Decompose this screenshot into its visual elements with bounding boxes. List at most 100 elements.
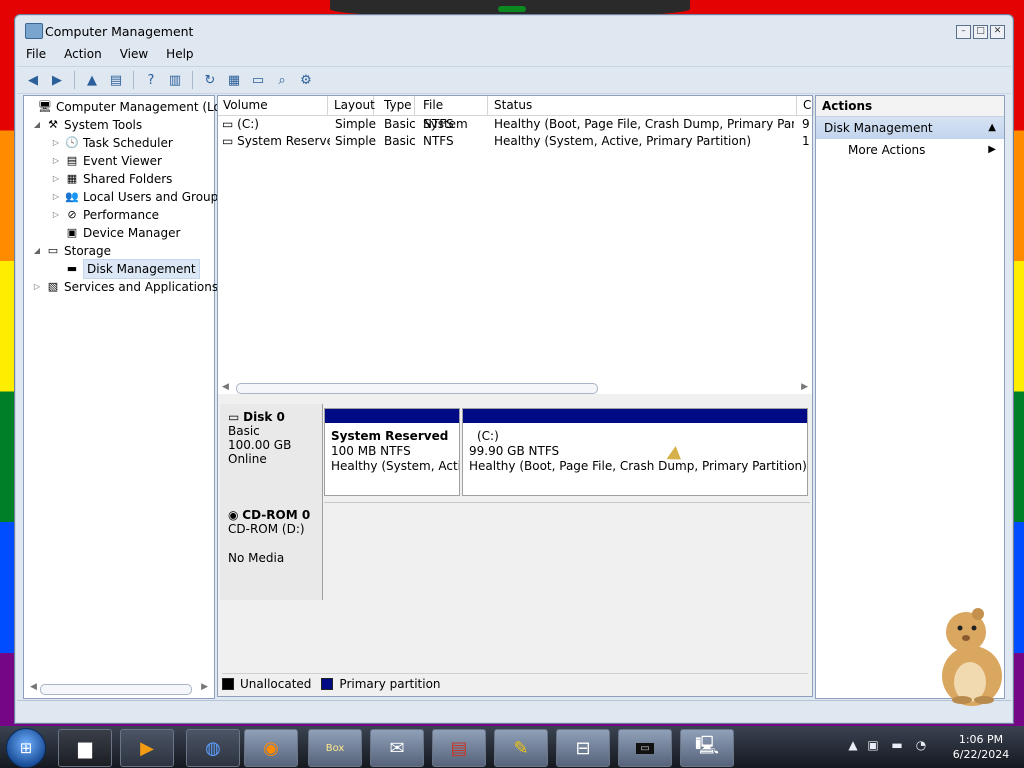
volume-row[interactable]: ▭ System Reserved Simple Basic NTFS Heal… bbox=[218, 133, 812, 150]
column-status[interactable]: Status bbox=[489, 96, 797, 115]
clock-time: 1:06 PM bbox=[958, 733, 1004, 746]
volume-row[interactable]: ▭ (C:) Simple Basic NTFS Healthy (Boot, … bbox=[218, 116, 812, 133]
primary-partition-bar bbox=[325, 409, 459, 423]
taskbar-firefox-icon[interactable]: ◉ bbox=[244, 729, 298, 767]
hamster-mascot-icon bbox=[942, 608, 1002, 706]
toolbar-separator bbox=[74, 71, 75, 89]
menu-action[interactable]: Action bbox=[55, 45, 111, 65]
expand-icon[interactable]: ▷ bbox=[51, 152, 61, 170]
tree-horizontal-scrollbar[interactable]: ◀ ▶ bbox=[30, 682, 208, 695]
shared-folder-icon: ▦ bbox=[66, 172, 78, 185]
more-actions-item[interactable]: More Actions ▶ bbox=[816, 139, 1004, 161]
console-tree: 🖥 Computer Management (Local ◢ ⚒ System … bbox=[23, 95, 238, 699]
scroll-thumb[interactable] bbox=[40, 684, 192, 695]
tray-monitor-icon[interactable]: ▬ bbox=[888, 738, 906, 754]
partition-system-reserved[interactable]: System Reserved 100 MB NTFS Healthy (Sys… bbox=[324, 408, 460, 496]
scroll-left-icon[interactable]: ◀ bbox=[30, 682, 37, 692]
menu-help[interactable]: Help bbox=[157, 45, 202, 65]
disk-0-label[interactable]: ▭ Disk 0 Basic 100.00 GB Online bbox=[220, 404, 323, 506]
scroll-thumb[interactable] bbox=[236, 383, 598, 394]
legend: Unallocated Primary partition bbox=[222, 673, 808, 692]
clock[interactable]: 1:06 PM 6/22/2024 bbox=[946, 732, 1016, 762]
tree-item-local-users[interactable]: ▷ 👥 Local Users and Groups bbox=[51, 188, 225, 206]
collapse-icon[interactable]: ◢ bbox=[32, 242, 42, 260]
tree-item-system-tools[interactable]: ◢ ⚒ System Tools bbox=[32, 116, 142, 134]
title-bar[interactable]: Computer Management – □ ✕ bbox=[15, 15, 1013, 45]
tray-volume-icon[interactable]: ◔ bbox=[912, 738, 930, 754]
minimize-button[interactable]: – bbox=[956, 25, 971, 39]
settings-icon[interactable]: ⚙ bbox=[296, 70, 316, 90]
scroll-right-icon[interactable]: ▶ bbox=[801, 382, 808, 392]
tree-item-storage[interactable]: ◢ ▭ Storage bbox=[32, 242, 111, 260]
column-layout[interactable]: Layout bbox=[329, 96, 375, 115]
taskbar-computer-icon[interactable]: 🖳 bbox=[680, 729, 734, 767]
taskbar-paint-icon[interactable]: ✎ bbox=[494, 729, 548, 767]
scroll-right-icon[interactable]: ▶ bbox=[201, 682, 208, 692]
expand-icon[interactable]: ▷ bbox=[51, 170, 61, 188]
expand-icon[interactable]: ▷ bbox=[51, 188, 61, 206]
tree-item-root[interactable]: 🖥 Computer Management (Local bbox=[24, 98, 238, 116]
volume-list-header: Volume Layout Type File System Status C bbox=[218, 96, 814, 131]
submenu-arrow-icon: ▶ bbox=[988, 144, 996, 155]
clock-icon: 🕓 bbox=[65, 136, 79, 149]
taskbar-mail-icon[interactable]: ✉ bbox=[370, 729, 424, 767]
properties-icon[interactable]: ▦ bbox=[224, 70, 244, 90]
tree-item-disk-management[interactable]: ▬ Disk Management bbox=[51, 259, 200, 279]
start-button[interactable]: ⊞ bbox=[6, 728, 46, 768]
expand-icon[interactable]: ▷ bbox=[51, 206, 61, 224]
taskbar-media-player-icon[interactable]: ▶ bbox=[120, 729, 174, 767]
column-file-system[interactable]: File System bbox=[418, 96, 488, 131]
back-arrow-icon[interactable]: ◀ bbox=[23, 70, 43, 90]
tree-item-performance[interactable]: ▷ ⊘ Performance bbox=[51, 206, 159, 224]
forward-arrow-icon[interactable]: ▶ bbox=[47, 70, 67, 90]
toolbar-separator bbox=[133, 71, 134, 89]
close-button[interactable]: ✕ bbox=[990, 25, 1005, 39]
tree-item-services[interactable]: ▷ ▧ Services and Applications bbox=[32, 278, 218, 296]
scroll-left-icon[interactable]: ◀ bbox=[222, 382, 229, 392]
search-icon[interactable]: ⌕ bbox=[272, 70, 292, 90]
taskbar-window-icon[interactable]: ▆ bbox=[58, 729, 112, 767]
cdrom-0-label[interactable]: ◉ CD-ROM 0 CD-ROM (D:) No Media bbox=[220, 502, 323, 600]
maximize-button[interactable]: □ bbox=[973, 25, 988, 39]
taskbar-archive-icon[interactable]: ▤ bbox=[432, 729, 486, 767]
collapse-icon[interactable]: ◢ bbox=[32, 116, 42, 134]
expand-icon[interactable]: ▷ bbox=[51, 134, 61, 152]
disk-icon: ▬ bbox=[66, 262, 78, 275]
menu-file[interactable]: File bbox=[17, 45, 55, 65]
volume-horizontal-scrollbar[interactable]: ◀ ▶ bbox=[222, 382, 808, 394]
show-hide-tree-icon[interactable]: ▤ bbox=[106, 70, 126, 90]
computer-management-window: Computer Management – □ ✕ File Action Vi… bbox=[14, 14, 1014, 724]
taskbar-terminal-icon[interactable]: ▭ bbox=[618, 729, 672, 767]
tray-expand-icon[interactable]: ▲ bbox=[844, 738, 862, 754]
help-icon[interactable]: ? bbox=[141, 70, 161, 90]
up-folder-icon[interactable]: ▲ bbox=[82, 70, 102, 90]
tray-network-icon[interactable]: ▣ bbox=[864, 738, 882, 754]
refresh-icon[interactable]: ↻ bbox=[200, 70, 220, 90]
tree-item-device-manager[interactable]: ▣ Device Manager bbox=[51, 224, 181, 242]
actions-section-disk-management[interactable]: Disk Management ▲ bbox=[816, 117, 1004, 139]
taskbar-network-icon[interactable]: ⊟ bbox=[556, 729, 610, 767]
column-capacity[interactable]: C bbox=[798, 96, 814, 115]
event-viewer-icon: ▤ bbox=[66, 154, 78, 167]
menu-view[interactable]: View bbox=[111, 45, 157, 65]
open-folder-icon[interactable]: ▭ bbox=[248, 70, 268, 90]
app-icon bbox=[25, 23, 43, 39]
column-volume[interactable]: Volume bbox=[218, 96, 328, 115]
tree-item-shared-folders[interactable]: ▷ ▦ Shared Folders bbox=[51, 170, 172, 188]
tools-icon: ⚒ bbox=[48, 118, 58, 131]
collapse-arrow-icon[interactable]: ▲ bbox=[988, 117, 996, 139]
taskbar-box-game-icon[interactable]: Box bbox=[308, 729, 362, 767]
drive-icon: ▭ bbox=[222, 134, 238, 148]
expand-icon[interactable]: ▷ bbox=[32, 278, 42, 296]
tree-item-task-scheduler[interactable]: ▷ 🕓 Task Scheduler bbox=[51, 134, 173, 152]
taskbar-globe-icon[interactable]: ◍ bbox=[186, 729, 240, 767]
taskbar: ⊞ ▆ ▶ ◍ ◉ Box ✉ ▤ ✎ ⊟ ▭ 🖳 ▲ ▣ ▬ ◔ 1:06 P… bbox=[0, 726, 1024, 768]
tree-item-event-viewer[interactable]: ▷ ▤ Event Viewer bbox=[51, 152, 162, 170]
show-hide-action-pane-icon[interactable]: ▥ bbox=[165, 70, 185, 90]
system-tray: ▲ ▣ ▬ ◔ bbox=[842, 730, 936, 764]
computer-icon: 🖥 bbox=[38, 100, 52, 113]
partition-c[interactable]: (C:) 99.90 GB NTFS Healthy (Boot, Page F… bbox=[462, 408, 808, 496]
cdrom-empty-area[interactable] bbox=[324, 502, 810, 595]
column-type[interactable]: Type bbox=[379, 96, 415, 115]
menu-bar: File Action View Help bbox=[17, 45, 1011, 65]
